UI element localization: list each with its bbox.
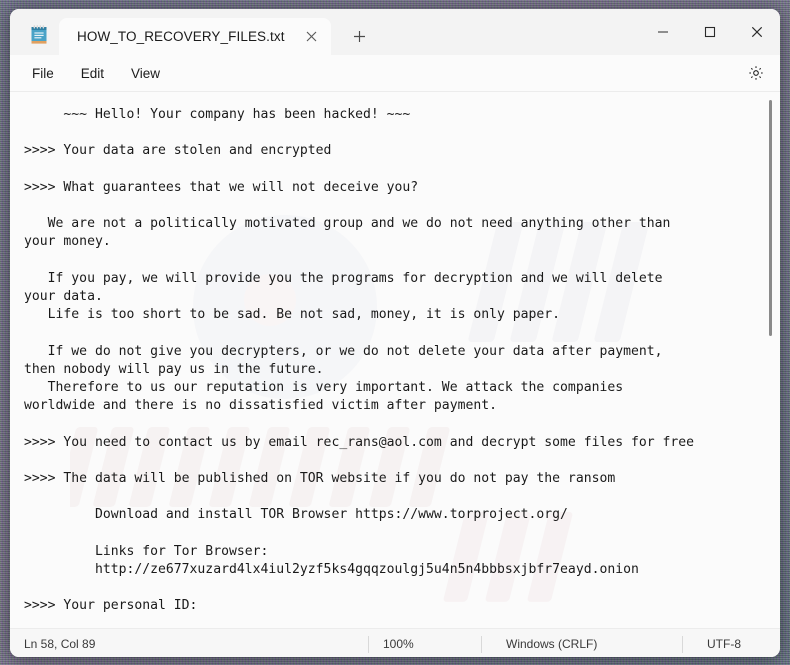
new-tab-button[interactable]	[345, 21, 375, 51]
gear-icon[interactable]	[742, 59, 770, 87]
tab-title: HOW_TO_RECOVERY_FILES.txt	[77, 29, 285, 44]
title-bar[interactable]: HOW_TO_RECOVERY_FILES.txt	[10, 9, 780, 55]
minimize-button[interactable]	[639, 9, 686, 55]
notepad-icon	[22, 24, 56, 46]
menu-item-view[interactable]: View	[119, 61, 172, 86]
status-bar: Ln 58, Col 89 100% Windows (CRLF) UTF-8	[10, 628, 780, 657]
scrollbar-thumb[interactable]	[769, 100, 772, 336]
tab-close-icon[interactable]	[299, 24, 325, 50]
maximize-button[interactable]	[686, 9, 733, 55]
vertical-scrollbar[interactable]	[766, 98, 776, 622]
document-text[interactable]: ~~~ Hello! Your company has been hacked!…	[10, 92, 780, 628]
close-button[interactable]	[733, 9, 780, 55]
menu-item-edit[interactable]: Edit	[69, 61, 116, 86]
window-controls	[639, 9, 780, 55]
status-zoom-level[interactable]: 100%	[369, 636, 481, 653]
tab-active[interactable]: HOW_TO_RECOVERY_FILES.txt	[59, 18, 331, 55]
editor-area[interactable]: ~~~ Hello! Your company has been hacked!…	[10, 92, 780, 628]
menu-item-file[interactable]: File	[20, 61, 66, 86]
status-line-ending[interactable]: Windows (CRLF)	[482, 636, 682, 653]
menu-bar: File Edit View	[10, 55, 780, 92]
status-encoding[interactable]: UTF-8	[683, 636, 755, 653]
status-cursor-position: Ln 58, Col 89	[24, 637, 96, 651]
notepad-window: HOW_TO_RECOVERY_FILES.txt File Edit View…	[10, 9, 780, 657]
